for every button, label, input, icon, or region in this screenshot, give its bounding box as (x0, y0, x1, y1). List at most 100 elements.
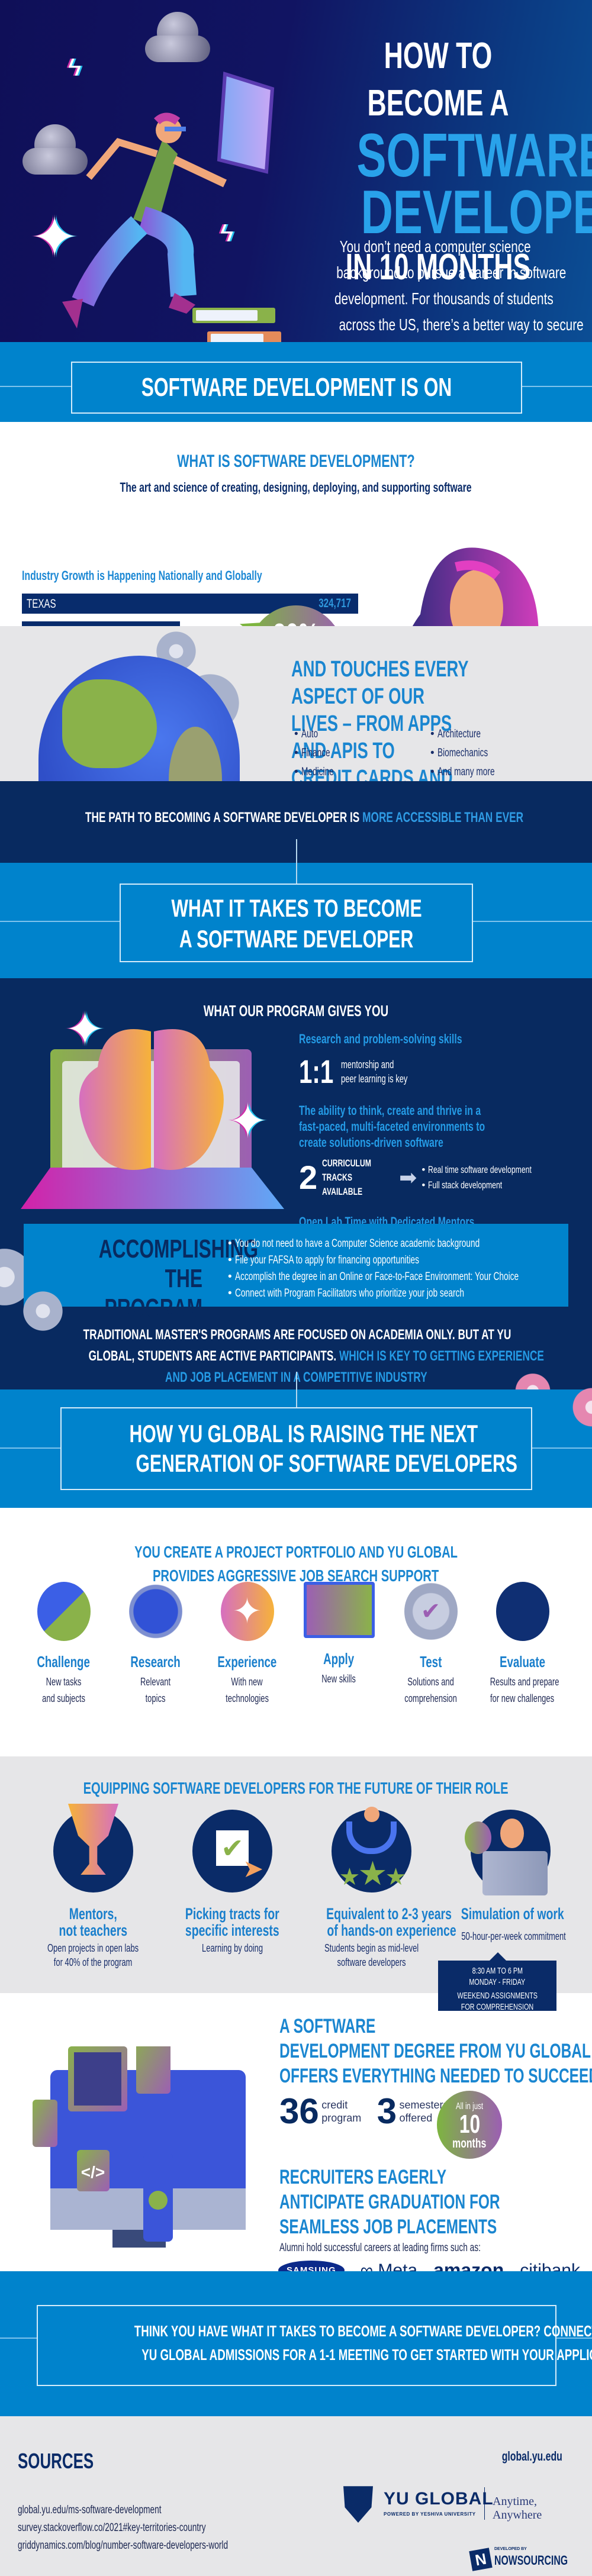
track-item: • Real time software development (422, 1162, 572, 1178)
industry-list: • Auto • Architecture • Finance • Biomec… (294, 728, 578, 779)
book-icon (192, 308, 275, 323)
degree-section: </> A SOFTWARE DEVELOPMENT DEGREE FROM Y… (0, 1993, 592, 2281)
accomplishing-line2: THE PROGRAM (104, 1264, 202, 1323)
cloud-icon (145, 12, 210, 62)
skill2-heading-line: fast-paced, multi-faceted environments t… (299, 1119, 485, 1134)
equip-item: ★★★ Equivalent to 2-3 years of hands-on e… (302, 1807, 456, 1969)
mentorship-line2: peer learning is key (340, 1073, 408, 1085)
industry-label: Auto (301, 728, 318, 740)
equip-desc: for 40% of the program (54, 1956, 133, 1968)
trophy-icon (53, 1804, 133, 1892)
hero-section: ✦ ϟ ϟ HOW TO BECOME A SOFTWARE DEVELOP I… (0, 0, 592, 342)
developed-by: DEVELOPED BY (494, 2547, 527, 2551)
banner-takes-box: WHAT IT TAKES TO BECOME A SOFTWARE DEVEL… (120, 884, 473, 962)
industry-item: • Medicine (294, 766, 334, 778)
accomplishing-box: ACCOMPLISHING THE PROGRAM • You do not n… (24, 1224, 568, 1323)
divider (484, 2487, 485, 2520)
step-evaluate: Evaluate Results and prepare for new chal… (477, 1582, 568, 1707)
mentorship-number: 1:1 (299, 1053, 334, 1090)
runner-illustration (62, 72, 275, 328)
accomplishing-item: • File your FAFSA to apply for financing… (228, 1252, 592, 1269)
tracks-number: 2 (299, 1159, 318, 1196)
step-desc: Relevant (140, 1676, 171, 1688)
equipping-heading-text: EQUIPPING SOFTWARE DEVELOPERS FOR THE FU… (83, 1779, 509, 1797)
skill2-heading-line: The ability to think, create and thrive … (299, 1103, 481, 1118)
equip-desc: Learning by doing (201, 1942, 263, 1954)
computer-illustration: </> (33, 2046, 246, 2248)
sparkle-icon: ✦ (220, 1582, 274, 1641)
schedule-line: MONDAY - FRIDAY (469, 1977, 526, 1987)
gear-icon (21, 1289, 65, 1333)
connector-line (296, 863, 297, 884)
mountain-flag-icon (37, 1582, 91, 1641)
equip-title: specific interests (185, 1921, 279, 1939)
program-section: WHAT OUR PROGRAM GIVES YOU ✦ ✦ Research … (0, 978, 592, 1333)
shield-icon (343, 2486, 373, 2523)
accomplishing-label: Connect with Program Facilitators who pr… (234, 1287, 464, 1300)
source-link[interactable]: survey.stackoverflow.co/2021#key-territo… (18, 2522, 279, 2535)
step-apply: Apply New skills (293, 1582, 385, 1707)
connector-line (296, 839, 297, 863)
traditional-line2-white: GLOBAL, STUDENTS ARE ACTIVE PARTICIPANTS… (88, 1348, 339, 1364)
site-link[interactable]: global.yu.edu (478, 2449, 562, 2464)
industry-label: Medicine (301, 766, 334, 778)
sparkle-icon: ✦ (228, 1095, 268, 1147)
semesters-line2: offered (399, 2112, 433, 2124)
industry-label: Architecture (437, 728, 481, 740)
portfolio-section: YOU CREATE A PROJECT PORTFOLIO AND YU GL… (0, 1508, 592, 1756)
equip-title: Equivalent to 2-3 years (326, 1905, 452, 1923)
bubble-line2: months (452, 2136, 487, 2151)
accomplishing-item: • Connect with Program Facilitators who … (228, 1285, 592, 1302)
track-label: Real time software development (428, 1164, 532, 1175)
developer-name: NOWSOURCING (494, 2553, 568, 2568)
step-title: Challenge (37, 1653, 91, 1671)
traditional-statement: TRADITIONAL MASTER'S PROGRAMS ARE FOCUSE… (0, 1318, 592, 1413)
track-label: Full stack development (428, 1179, 503, 1191)
cta-box[interactable]: THINK YOU HAVE WHAT IT TAKES TO BECOME A… (37, 2305, 592, 2386)
step-desc: New tasks (46, 1676, 82, 1688)
rise-section: WHAT IS SOFTWARE DEVELOPMENT? The art an… (0, 422, 592, 863)
equip-title: Simulation of work (461, 1905, 564, 1923)
banner-rise: SOFTWARE DEVELOPMENT IS ON THE RISE (0, 342, 592, 452)
banner-takes: WHAT IT TAKES TO BECOME A SOFTWARE DEVEL… (0, 863, 592, 978)
degree-heading-line: A SOFTWARE (279, 2015, 376, 2037)
alumni-text-value: Alumni hold successful careers at leadin… (279, 2242, 481, 2254)
source-link-text[interactable]: survey.stackoverflow.co/2021#key-territo… (18, 2522, 206, 2535)
schedule-line: WEEKEND ASSIGNMENTS (457, 1991, 538, 2001)
n-logo-icon: N (469, 2548, 493, 2571)
step-desc: New skills (321, 1673, 356, 1685)
accomplishing-list: • You do not need to have a Computer Sci… (228, 1236, 592, 1302)
industry-label: Finance (301, 747, 330, 759)
skill2-heading-line: create solutions-driven software (299, 1135, 443, 1150)
source-link[interactable]: global.yu.edu/ms-software-development (18, 2504, 217, 2517)
path-text-blue: MORE ACCESSIBLE THAN EVER (362, 810, 524, 826)
banner-rise-box: SOFTWARE DEVELOPMENT IS ON THE RISE (71, 362, 522, 452)
step-test: ✔ Test Solutions and comprehension (385, 1582, 477, 1707)
industry-item: • Biomechanics (430, 747, 488, 759)
banner-raising-line2: GENERATION OF SOFTWARE DEVELOPERS (136, 1449, 517, 1477)
equipping-heading: EQUIPPING SOFTWARE DEVELOPERS FOR THE FU… (0, 1779, 592, 1798)
site-link-text[interactable]: global.yu.edu (502, 2449, 562, 2464)
hero-desc-line: across the US, there’s a better way to s… (339, 315, 584, 334)
hero-desc-line: development. For thousands of students (334, 289, 554, 308)
equip-title: Picking tracts for (185, 1905, 279, 1923)
source-link-text[interactable]: global.yu.edu/ms-software-development (18, 2504, 162, 2517)
source-link-text[interactable]: griddynamics.com/blog/number-software-de… (18, 2539, 228, 2552)
industry-item: • Finance (294, 747, 330, 759)
gear-check-icon: ✔ (404, 1582, 458, 1641)
recruiters-line: RECRUITERS EAGERLY (279, 2166, 447, 2188)
portfolio-line1: YOU CREATE A PROJECT PORTFOLIO AND YU GL… (134, 1543, 458, 1561)
banner-raising-line1: HOW YU GLOBAL IS RAISING THE NEXT (129, 1420, 478, 1447)
step-research: Research Relevant topics (110, 1582, 201, 1707)
step-experience: ✦ Experience With new technologies (201, 1582, 293, 1707)
traditional-line1: TRADITIONAL MASTER'S PROGRAMS ARE FOCUSE… (83, 1327, 511, 1343)
yu-global-logo: YU GLOBAL POWERED BY YESHIVA UNIVERSITY … (343, 2484, 568, 2532)
magnifier-chart-icon (128, 1582, 182, 1641)
what-is-definition-text: The art and science of creating, designi… (120, 480, 472, 495)
svg-text:</>: </> (81, 2163, 105, 2181)
step-title: Evaluate (499, 1653, 545, 1671)
source-link[interactable]: griddynamics.com/blog/number-software-de… (18, 2539, 310, 2552)
schedule-callout: 8:30 AM TO 6 PM MONDAY - FRIDAY WEEKEND … (438, 1952, 556, 2012)
recruiters-line: ANTICIPATE GRADUATION FOR (279, 2191, 500, 2213)
credits-line1: credit (321, 2099, 348, 2111)
